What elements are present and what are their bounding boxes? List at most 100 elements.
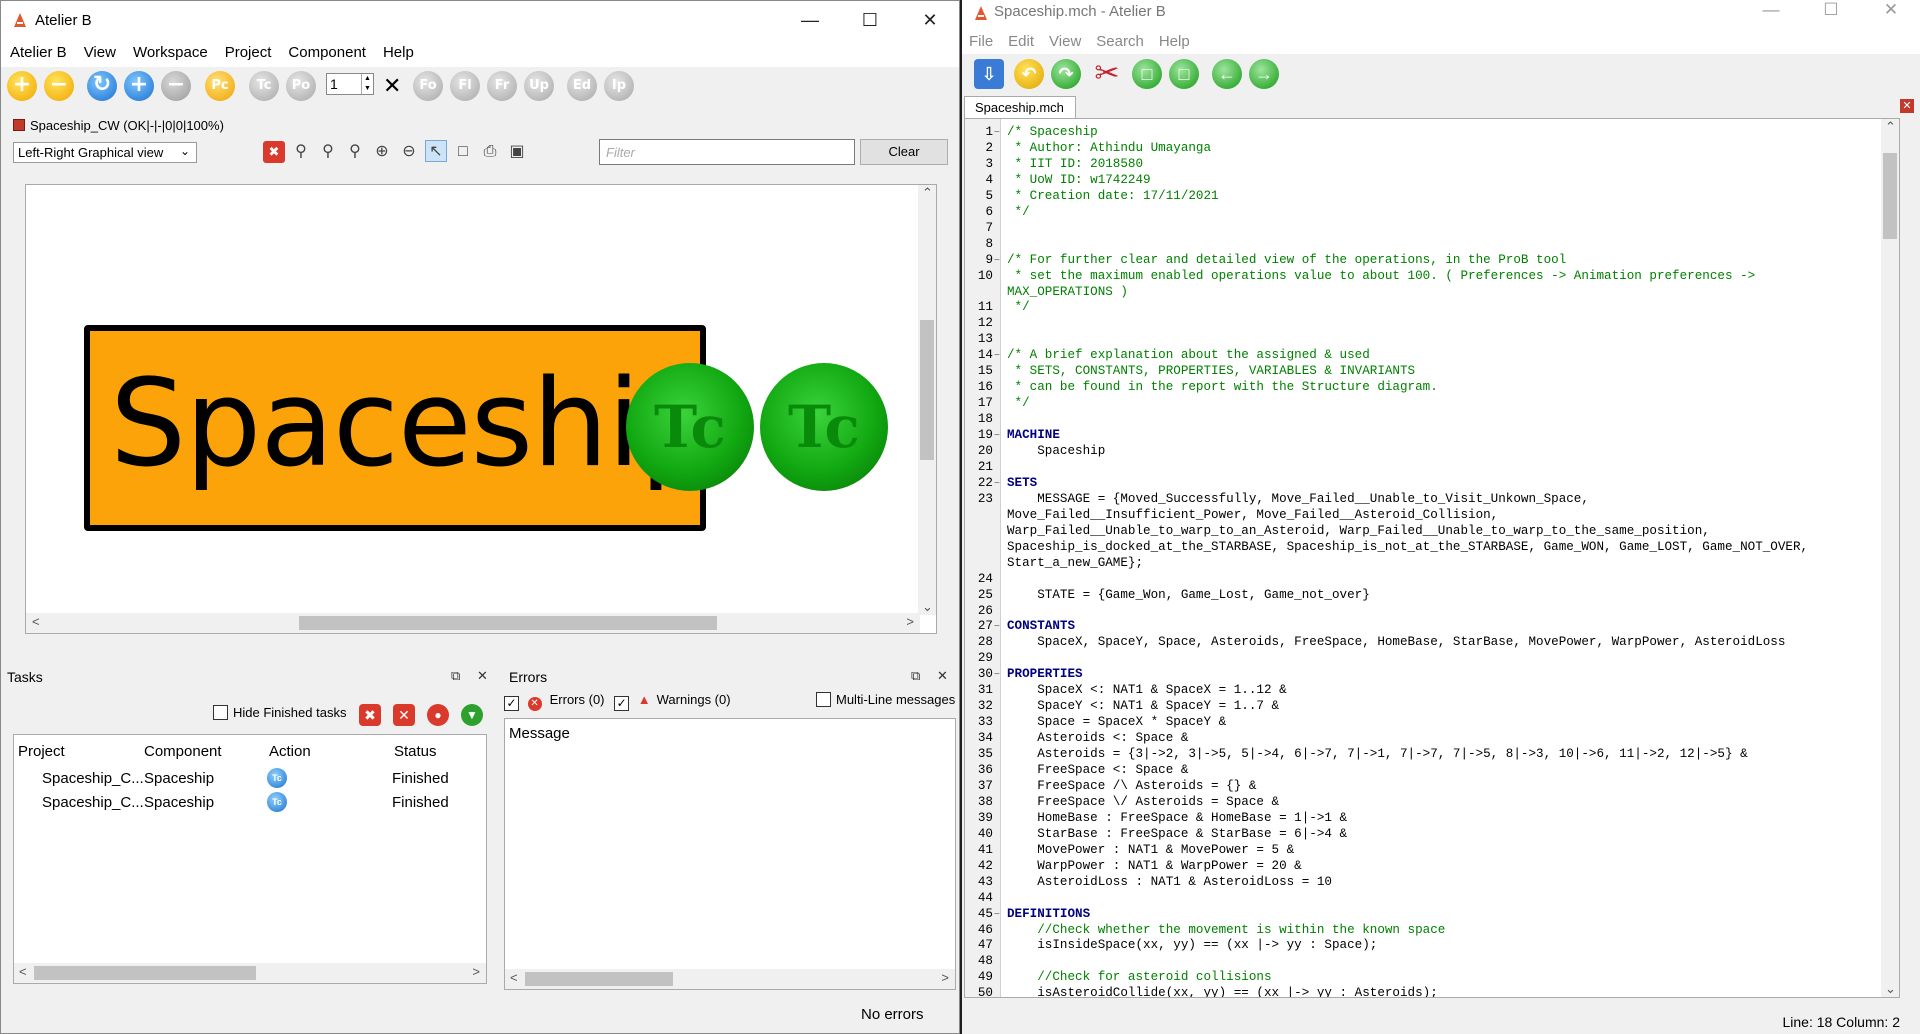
refresh-icon[interactable]: ↻ bbox=[87, 71, 117, 101]
hide-finished-toggle[interactable]: Hide Finished tasks bbox=[213, 705, 346, 720]
previous-icon[interactable]: ← bbox=[1212, 59, 1242, 89]
fold-icon[interactable]: − bbox=[994, 621, 1000, 632]
zoom-in-icon[interactable]: ⊕ bbox=[371, 141, 393, 163]
code-line[interactable]: * Author: Athindu Umayanga bbox=[1007, 141, 1212, 155]
float-panel-icon[interactable]: ⧉ bbox=[911, 668, 920, 684]
code-line[interactable]: Asteroids <: Space & bbox=[1007, 731, 1188, 745]
menu-view[interactable]: View bbox=[75, 41, 124, 61]
code-line[interactable]: Asteroids = {3|->2, 3|->5, 5|->4, 6|->7,… bbox=[1007, 747, 1747, 761]
code-line[interactable]: PROPERTIES bbox=[1007, 667, 1083, 681]
redo-icon[interactable]: ↷ bbox=[1051, 59, 1081, 89]
menu-edit[interactable]: Edit bbox=[1001, 30, 1042, 50]
message-column-header[interactable]: Message bbox=[509, 725, 570, 742]
errors-horizontal-scrollbar[interactable]: < > bbox=[505, 969, 955, 989]
code-line[interactable]: */ bbox=[1007, 205, 1030, 219]
code-line[interactable]: /* Spaceship bbox=[1007, 125, 1098, 139]
code-line[interactable]: */ bbox=[1007, 300, 1030, 314]
scroll-thumb[interactable] bbox=[34, 966, 256, 980]
paste-icon[interactable]: □ bbox=[1169, 59, 1199, 89]
remove-icon[interactable]: − bbox=[44, 71, 74, 101]
code-line[interactable]: MACHINE bbox=[1007, 428, 1060, 442]
code-line[interactable]: Spaceship_is_docked_at_the_STARBASE, Spa… bbox=[1007, 540, 1808, 554]
code-line[interactable]: Warp_Failed__Unable_to_warp_to_an_Astero… bbox=[1007, 524, 1710, 538]
cut-icon[interactable]: ✂ bbox=[1092, 59, 1122, 89]
po-button[interactable]: Po bbox=[286, 71, 316, 101]
code-line[interactable]: /* A brief explanation about the assigne… bbox=[1007, 348, 1370, 362]
title-bar[interactable]: Spaceship.mch - Atelier B — ☐ ✕ bbox=[962, 0, 1920, 30]
code-line[interactable]: Spaceship bbox=[1007, 444, 1105, 458]
machine-node[interactable]: Spaceship bbox=[84, 325, 716, 531]
copy-icon[interactable]: □ bbox=[1132, 59, 1162, 89]
zoom-reset-icon[interactable]: ⚲ bbox=[317, 141, 339, 163]
code-line[interactable]: isAsteroidCollide(xx, yy) == (xx |-> yy … bbox=[1007, 986, 1438, 997]
zoom-out-icon[interactable]: ⊖ bbox=[398, 141, 420, 163]
cancel-task-icon[interactable]: ✕ bbox=[393, 704, 415, 726]
code-line[interactable]: HomeBase : FreeSpace & HomeBase = 1|->1 … bbox=[1007, 811, 1347, 825]
close-tab-icon[interactable]: ✕ bbox=[1900, 99, 1914, 113]
column-header[interactable]: Action bbox=[269, 743, 311, 760]
code-line[interactable]: FreeSpace <: Space & bbox=[1007, 763, 1188, 777]
menu-view[interactable]: View bbox=[1042, 30, 1089, 50]
code-line[interactable]: SpaceX <: NAT1 & SpaceX = 1..12 & bbox=[1007, 683, 1286, 697]
graph-canvas[interactable]: Spaceship Tc Tc ⌃ ⌄ < > bbox=[25, 184, 937, 634]
code-line[interactable]: Space = SpaceX * SpaceY & bbox=[1007, 715, 1226, 729]
tasks-horizontal-scrollbar[interactable]: < > bbox=[14, 963, 486, 983]
add-icon[interactable]: + bbox=[7, 71, 37, 101]
menu-project[interactable]: Project bbox=[216, 41, 280, 61]
hide-finished-checkbox[interactable] bbox=[213, 705, 228, 720]
code-line[interactable]: isInsideSpace(xx, yy) == (xx |-> yy : Sp… bbox=[1007, 938, 1377, 952]
close-graph-icon[interactable]: ✖ bbox=[263, 141, 285, 163]
close-panel-icon[interactable]: ✕ bbox=[477, 668, 488, 684]
menu-atelier-b[interactable]: Atelier B bbox=[1, 41, 75, 61]
remove-component-icon[interactable]: − bbox=[161, 71, 191, 101]
menu-search[interactable]: Search bbox=[1089, 30, 1152, 50]
tab-spaceship-mch[interactable]: Spaceship.mch bbox=[964, 96, 1076, 118]
column-header[interactable]: Status bbox=[394, 743, 437, 760]
clear-x-icon[interactable]: ✕ bbox=[383, 73, 401, 99]
editor-vertical-scrollbar[interactable]: ⌃ ⌄ bbox=[1881, 119, 1899, 997]
print-icon[interactable]: ⎙ bbox=[479, 141, 501, 163]
code-line[interactable]: DEFINITIONS bbox=[1007, 907, 1090, 921]
multiline-checkbox[interactable] bbox=[816, 692, 831, 707]
code-line[interactable]: FreeSpace /\ Asteroids = {} & bbox=[1007, 779, 1256, 793]
scroll-up-icon[interactable]: ⌃ bbox=[922, 185, 933, 201]
maximize-button[interactable]: ☐ bbox=[841, 1, 899, 39]
filter-input[interactable]: Filter bbox=[599, 139, 855, 165]
scroll-thumb[interactable] bbox=[525, 972, 673, 986]
float-panel-icon[interactable]: ⧉ bbox=[451, 668, 460, 684]
fold-icon[interactable]: − bbox=[994, 430, 1000, 441]
code-line[interactable]: * set the maximum enabled operations val… bbox=[1007, 269, 1756, 283]
scroll-down-icon[interactable]: ⌄ bbox=[1885, 981, 1896, 997]
select-area-icon[interactable]: □ bbox=[452, 141, 474, 163]
code-line[interactable]: CONSTANTS bbox=[1007, 619, 1075, 633]
scroll-thumb[interactable] bbox=[299, 616, 717, 630]
code-line[interactable]: //Check whether the movement is within t… bbox=[1007, 923, 1445, 937]
close-window-button[interactable]: ✕ bbox=[901, 1, 959, 39]
menu-component[interactable]: Component bbox=[279, 41, 374, 61]
export-icon[interactable]: ▣ bbox=[506, 141, 528, 163]
save-icon[interactable]: ⇩ bbox=[974, 59, 1004, 89]
pc-button[interactable]: Pc bbox=[205, 71, 235, 101]
code-line[interactable]: Start_a_new_GAME}; bbox=[1007, 556, 1143, 570]
remove-task-icon[interactable]: ✖ bbox=[359, 704, 381, 726]
add-component-icon[interactable]: + bbox=[124, 71, 154, 101]
code-line[interactable]: SpaceY <: NAT1 & SpaceY = 1..7 & bbox=[1007, 699, 1279, 713]
column-header[interactable]: Project bbox=[18, 743, 65, 760]
menu-workspace[interactable]: Workspace bbox=[124, 41, 216, 61]
scroll-right-icon[interactable]: > bbox=[941, 970, 949, 985]
code-line[interactable]: Move_Failed__Insufficient_Power, Move_Fa… bbox=[1007, 508, 1498, 522]
zoom-fit-icon[interactable]: ⚲ bbox=[290, 141, 312, 163]
scroll-thumb[interactable] bbox=[1883, 153, 1897, 239]
fr-button[interactable]: Fr bbox=[487, 71, 517, 101]
code-line[interactable]: WarpPower : NAT1 & WarpPower = 20 & bbox=[1007, 859, 1302, 873]
canvas-horizontal-scrollbar[interactable]: < > bbox=[26, 613, 920, 633]
scroll-up-icon[interactable]: ⌃ bbox=[1885, 119, 1896, 135]
warnings-checkbox[interactable]: ✓ bbox=[614, 696, 630, 711]
scroll-down-icon[interactable]: ⌄ bbox=[922, 599, 933, 615]
code-line[interactable]: MESSAGE = {Moved_Successfully, Move_Fail… bbox=[1007, 492, 1589, 506]
zoom-selection-icon[interactable]: ⚲ bbox=[344, 141, 366, 163]
clear-button[interactable]: Clear bbox=[860, 139, 948, 165]
code-line[interactable]: //Check for asteroid collisions bbox=[1007, 970, 1271, 984]
scroll-left-icon[interactable]: < bbox=[32, 614, 40, 629]
scroll-left-icon[interactable]: < bbox=[19, 964, 27, 979]
